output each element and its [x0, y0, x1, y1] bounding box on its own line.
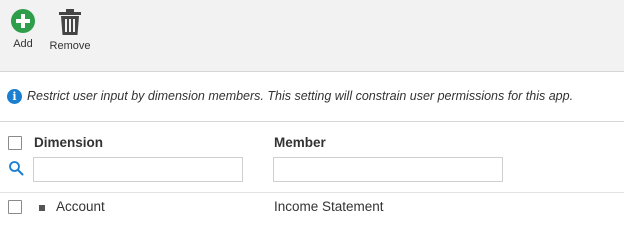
select-all-checkbox[interactable]: [8, 136, 22, 150]
row-divider: [0, 192, 624, 193]
row-checkbox[interactable]: [8, 200, 22, 214]
dimension-filter-input[interactable]: [33, 157, 243, 182]
tree-leaf-icon: [39, 205, 45, 211]
info-text: Restrict user input by dimension members…: [27, 89, 574, 103]
trash-icon: [59, 9, 81, 35]
dimension-cell: Account: [56, 199, 105, 214]
add-circle-icon: [11, 9, 35, 33]
divider: [0, 121, 624, 122]
add-label: Add: [13, 38, 33, 50]
toolbar: Add Remove: [0, 0, 624, 72]
info-message: i Restrict user input by dimension membe…: [0, 85, 624, 107]
table-row[interactable]: Account Income Statement: [0, 196, 624, 220]
column-header-dimension[interactable]: Dimension: [34, 135, 103, 150]
remove-button[interactable]: Remove: [48, 8, 92, 52]
add-button[interactable]: Add: [8, 8, 38, 50]
grid-header: Dimension Member: [0, 130, 624, 190]
member-filter-input[interactable]: [273, 157, 503, 182]
column-header-member[interactable]: Member: [274, 135, 326, 150]
info-icon: i: [7, 88, 22, 104]
member-cell: Income Statement: [274, 199, 384, 214]
remove-label: Remove: [49, 40, 91, 52]
search-icon: [9, 161, 24, 176]
